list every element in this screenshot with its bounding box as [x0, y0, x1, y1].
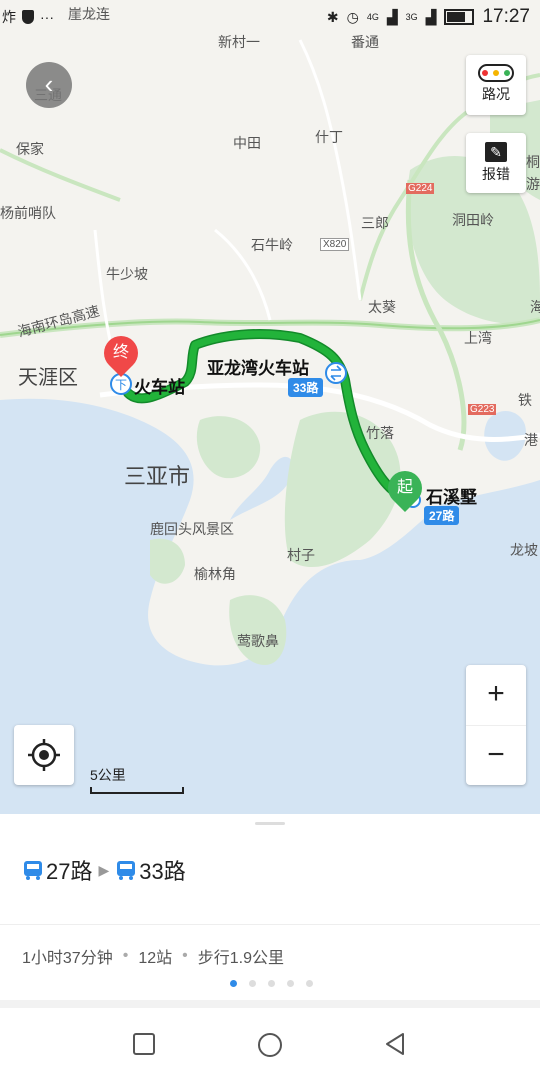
back-nav-button[interactable] [383, 1032, 407, 1056]
park-luhuitou [150, 538, 185, 584]
map-label-you: 游 [526, 176, 540, 192]
panel-divider [0, 924, 540, 925]
line-33-label: 33路 [139, 859, 186, 884]
edit-icon: ✎ [485, 142, 507, 162]
map-label-shiniuling: 石牛岭 [251, 237, 293, 253]
transfer-icon [325, 362, 347, 384]
end-station-label[interactable]: 火车站 [134, 373, 185, 398]
arrow-right-icon: ▶ [98, 861, 110, 878]
traffic-light-icon [478, 64, 514, 82]
signal-icon-2: ▟ [425, 8, 437, 25]
route-badge-33: 33路 [288, 378, 324, 397]
locate-button[interactable] [14, 725, 74, 785]
start-station-label[interactable]: 石溪墅 [426, 483, 477, 508]
zoom-control: + − [466, 665, 526, 785]
report-button[interactable]: ✎ 报错 [466, 133, 526, 193]
route-summary-panel[interactable]: 27路 ▶ 33路 1小时37分钟 • 12站 • 步行1.9公里 [0, 814, 540, 1000]
scale-label: 5公里 [90, 767, 126, 783]
page-indicator[interactable] [230, 980, 313, 987]
drag-handle[interactable] [255, 822, 285, 825]
traffic-label: 路况 [482, 86, 510, 102]
map-label-cunzi: 村子 [287, 547, 315, 563]
stop-count: 12站 [138, 950, 173, 967]
home-button[interactable] [257, 1032, 283, 1058]
map-label-tianya: 天涯区 [18, 367, 78, 389]
system-nav-bar [0, 1000, 540, 1080]
clock: 17:27 [482, 6, 530, 27]
line-27-label: 27路 [46, 859, 93, 884]
local-road-3 [298, 39, 362, 301]
map-label-zhuluo: 竹落 [366, 425, 394, 441]
map-label-yangqianshao: 杨前哨队 [0, 205, 56, 221]
report-label: 报错 [482, 166, 510, 182]
carrier-label: 炸 [2, 9, 16, 25]
traffic-button[interactable]: 路况 [466, 55, 526, 115]
route-lines: 27路 ▶ 33路 [22, 854, 186, 886]
map-label-tie: 铁 [518, 392, 532, 408]
chevron-left-icon: ‹ [44, 69, 54, 99]
page-dot [287, 980, 294, 987]
signal-icon: ▟ [386, 8, 398, 25]
map-scale: 5公里 [90, 765, 184, 794]
map-label-shangwan: 上湾 [464, 330, 492, 346]
svg-text:下: 下 [115, 378, 127, 392]
status-bar: 炸 ··· ✱ ◷ 4G ▟ 3G ▟ 17:27 [0, 0, 540, 36]
map-label-yingge: 莺歌鼻 [237, 633, 279, 649]
battery-icon [444, 9, 475, 25]
page-dot [230, 980, 237, 987]
map-label-x820: X820 [320, 238, 350, 251]
walk-distance: 步行1.9公里 [197, 950, 284, 967]
crosshair-icon [28, 739, 60, 771]
map-label-hai: 海 [530, 299, 540, 315]
back-button[interactable]: ‹ [26, 62, 72, 108]
page-dot [249, 980, 256, 987]
map-label-shiding: 什丁 [315, 129, 343, 145]
network-3g: 3G [405, 12, 418, 22]
map-label-zhongtian: 中田 [233, 135, 261, 151]
map-canvas[interactable]: 下 崖龙连 新村一 番通 三通 保家 中田 什丁 杨前哨队 三郎 洞田岭 石牛岭… [0, 0, 540, 814]
start-pin[interactable]: 起 [380, 463, 430, 513]
route-badge-27: 27路 [424, 506, 460, 525]
map-label-gang: 港 [524, 432, 538, 448]
map-label-yulinjiao: 榆林角 [194, 566, 236, 582]
shield-icon [22, 10, 34, 24]
scale-bar [90, 787, 184, 794]
zoom-out-button[interactable]: − [466, 725, 526, 786]
map-label-luhuitou: 鹿回头风景区 [150, 521, 234, 537]
map-label-hong: 桐 [526, 154, 540, 170]
park-sanya [196, 416, 261, 479]
map-label-niushaopo: 牛少坡 [106, 266, 148, 282]
map-label-longpo: 龙坡 [510, 542, 538, 558]
more-notifications: ··· [40, 9, 54, 25]
map-label-baojia: 保家 [16, 141, 44, 157]
alarm-icon: ◷ [346, 8, 359, 25]
network-4g: 4G [366, 12, 379, 22]
map-label-sanya: 三亚市 [124, 464, 191, 489]
page-dot [268, 980, 275, 987]
page-dot [306, 980, 313, 987]
transfer-station-label[interactable]: 亚龙湾火车站 [207, 354, 309, 379]
bluetooth-icon: ✱ [326, 8, 339, 25]
trip-summary: 1小时37分钟 • 12站 • 步行1.9公里 [22, 944, 284, 968]
bus-icon-2 [115, 859, 137, 881]
bus-icon [22, 859, 44, 881]
map-label-tiantianling: 洞田岭 [452, 212, 494, 228]
map-label-sanlang: 三郎 [361, 215, 389, 231]
map-graphics: 下 [0, 39, 540, 814]
duration: 1小时37分钟 [22, 950, 113, 967]
map-label-taiqi: 太葵 [368, 299, 396, 315]
zoom-in-button[interactable]: + [466, 665, 526, 725]
end-pin[interactable]: 终 [96, 328, 146, 378]
recent-apps-button[interactable] [132, 1032, 156, 1056]
map-label-g224: G224 [406, 183, 435, 194]
map-label-g223: G223 [468, 404, 497, 415]
